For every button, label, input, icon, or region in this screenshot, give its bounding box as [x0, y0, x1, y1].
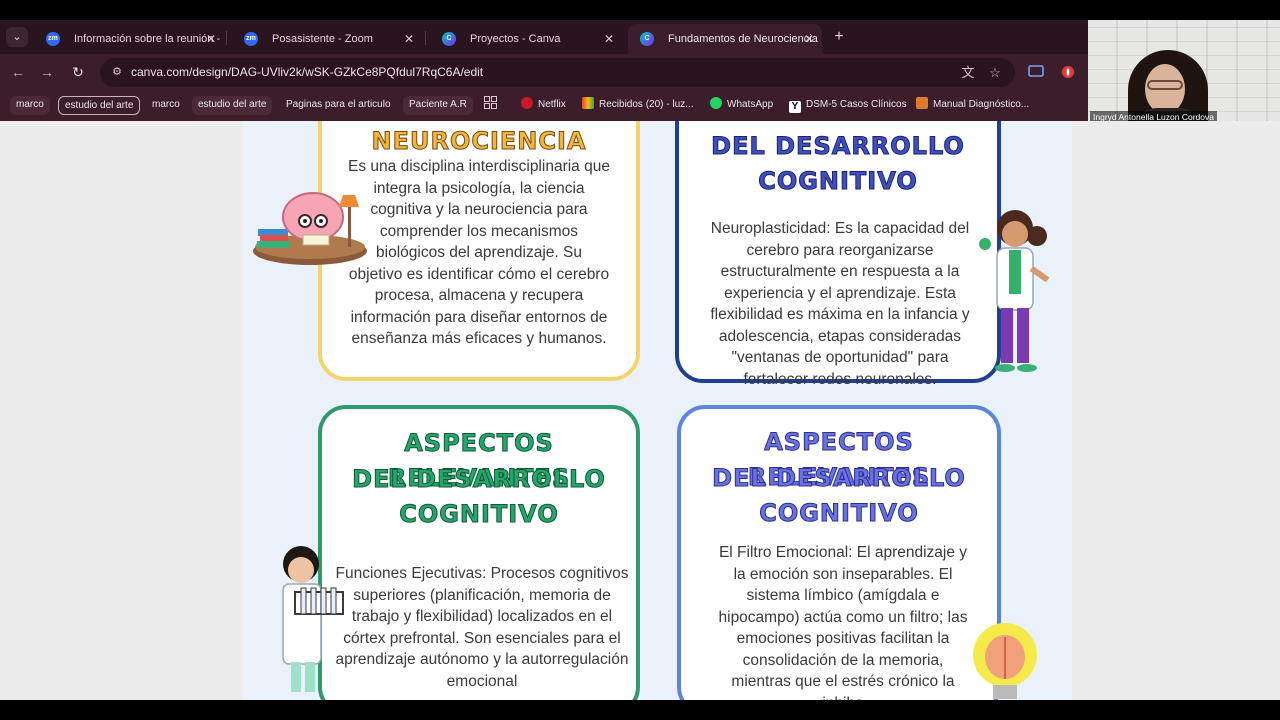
tab-label: Fundamentos de Neurociencia — [668, 33, 818, 45]
tab-label: Información sobre la reunión - — [74, 33, 221, 45]
card-title-line1: DEL DESARROLLO — [711, 132, 965, 161]
participant-video: Ingryd Antonella Luzon Cordova — [1088, 20, 1280, 125]
zoom-icon: zm — [244, 32, 258, 46]
url-text: canva.com/design/DAG-UVliv2k/wSK-GZkCe8P… — [131, 65, 484, 79]
tab-strip: ⌄ zm Información sobre la reunión - ✕ zm… — [0, 20, 1088, 54]
whatsapp-icon — [710, 97, 722, 109]
tab-search-button[interactable]: ⌄ — [6, 27, 28, 47]
gmail-icon — [582, 97, 594, 109]
apps-grid-icon[interactable] — [480, 96, 501, 115]
card-title: NEUROCIENCIA — [371, 127, 587, 156]
close-icon[interactable]: ✕ — [604, 24, 614, 54]
zoom-icon: zm — [46, 32, 60, 46]
cast-icon[interactable] — [1028, 65, 1044, 79]
navigation-toolbar: ← → ↻ ⚙ canva.com/design/DAG-UVliv2k/wSK… — [0, 54, 1088, 90]
bookmark-marco[interactable]: marco — [10, 96, 50, 115]
card-body-text: Neuroplasticidad: Es la capacidad del ce… — [710, 220, 970, 388]
tab-canva-proyectos[interactable]: C Proyectos - Canva ✕ — [430, 24, 622, 54]
canva-editor-canvas[interactable]: NEUROCIENCIA Es una disciplina interdisc… — [0, 121, 1280, 700]
card-title-line3: COGNITIVO — [399, 500, 559, 529]
tab-separator — [425, 31, 426, 45]
canva-icon: C — [640, 32, 654, 46]
bookmark-star-icon[interactable]: ☆ — [987, 65, 1003, 81]
bookmark-paciente-ar[interactable]: Paciente A.R — [403, 96, 473, 115]
address-bar[interactable]: ⚙ canva.com/design/DAG-UVliv2k/wSK-GZkCe… — [100, 58, 1015, 87]
tab-separator — [226, 31, 227, 45]
netflix-icon — [521, 97, 533, 109]
card-body-text: Es una disciplina interdisciplinaria que… — [348, 158, 610, 347]
back-arrow-icon[interactable]: ← — [9, 63, 27, 81]
top-letterbox — [0, 0, 1280, 20]
bookmark-estudio-del-arte[interactable]: estudio del arte — [58, 96, 141, 115]
tab-label: Posasistente - Zoom — [272, 33, 373, 45]
manual-icon — [916, 97, 928, 109]
bookmark-label: Manual Diagnóstico... — [933, 99, 1030, 110]
close-icon[interactable]: ✕ — [404, 24, 414, 54]
extension-icon[interactable] — [1060, 65, 1076, 79]
site-settings-icon[interactable]: ⚙ — [110, 65, 124, 79]
bookmark-estudio-del-arte-2[interactable]: estudio del arte — [192, 96, 273, 115]
card-title-line2: DEL DESARROLLO — [352, 465, 606, 494]
close-icon[interactable]: ✕ — [206, 24, 216, 54]
card-title-line3: COGNITIVO — [759, 499, 919, 528]
card-body-text: El Filtro Emocional: El aprendizaje y la… — [718, 544, 968, 700]
brain-reading-illustration[interactable] — [253, 189, 368, 271]
bookmarks-bar: marco estudio del arte marco estudio del… — [0, 90, 1088, 121]
bookmark-label: Recibidos (20) - luz... — [599, 99, 694, 110]
participant-glasses — [1147, 80, 1183, 90]
card-funciones-ejecutivas[interactable]: ASPECTOS RELEVANTES DEL DESARROLLO COGNI… — [318, 405, 640, 700]
y-icon: Y — [789, 101, 801, 113]
card-title-line2: DEL DESARROLLO — [712, 464, 966, 493]
lightbulb-brain-illustration[interactable] — [971, 621, 1041, 700]
card-title-line2: COGNITIVO — [758, 167, 918, 196]
new-tab-button[interactable]: + — [830, 28, 848, 46]
reload-icon[interactable]: ↻ — [69, 63, 87, 81]
design-page[interactable]: NEUROCIENCIA Es una disciplina interdisc… — [243, 121, 1072, 700]
canva-icon: C — [442, 32, 456, 46]
scientist-woman-illustration[interactable] — [965, 206, 1070, 376]
bookmark-label: Netflix — [538, 99, 566, 110]
bookmark-paginas-articulo[interactable]: Paginas para el articulo — [282, 96, 395, 115]
bookmark-marco-2[interactable]: marco — [148, 96, 184, 115]
bookmark-manual[interactable]: Manual Diagnóstico... — [912, 96, 1033, 115]
card-neuroplasticidad[interactable]: DEL DESARROLLO COGNITIVO Neuroplasticida… — [675, 121, 1001, 388]
tab-label: Proyectos - Canva — [470, 33, 561, 45]
card-body-text: Funciones Ejecutivas: Procesos cognitivo… — [335, 565, 629, 690]
bookmark-dsm5[interactable]: Y DSM-5 Casos Clínicos — [785, 96, 911, 115]
bookmark-whatsapp[interactable]: WhatsApp — [706, 96, 777, 115]
scientist-test-tubes-illustration[interactable] — [267, 542, 347, 700]
forward-arrow-icon[interactable]: → — [38, 63, 56, 81]
translate-icon[interactable]: 文 — [960, 65, 976, 81]
bookmark-netflix[interactable]: Netflix — [517, 96, 570, 115]
bookmark-gmail[interactable]: Recibidos (20) - luz... — [578, 96, 697, 115]
tab-zoom-meeting-info[interactable]: zm Información sobre la reunión - ✕ — [34, 24, 224, 54]
bookmark-label: WhatsApp — [727, 99, 774, 110]
tab-canva-fundamentos[interactable]: C Fundamentos de Neurociencia ✕ — [628, 24, 822, 54]
card-filtro-emocional[interactable]: ASPECTOS RELEVANTES DEL DESARROLLO COGNI… — [677, 405, 1001, 700]
close-icon[interactable]: ✕ — [804, 24, 814, 54]
bottom-letterbox — [0, 700, 1280, 720]
bookmark-label: DSM-5 Casos Clínicos — [806, 99, 907, 110]
tab-zoom-posasistente[interactable]: zm Posasistente - Zoom ✕ — [232, 24, 422, 54]
